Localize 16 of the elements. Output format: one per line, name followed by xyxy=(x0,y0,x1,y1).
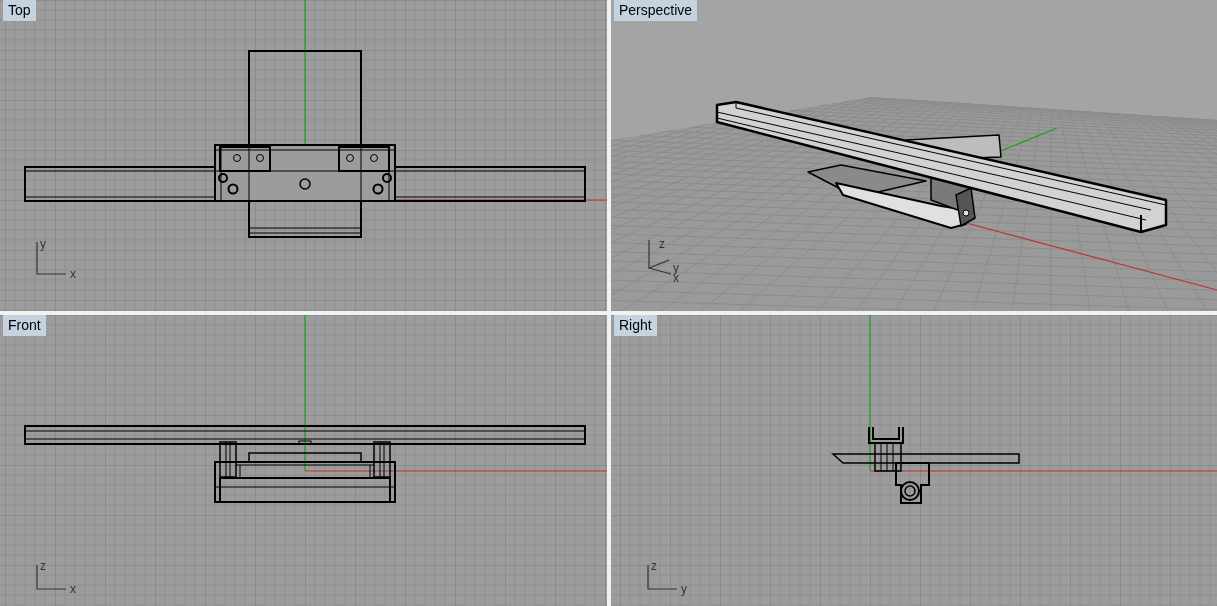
axis-triad-icon xyxy=(36,241,67,275)
axis-triad-icon xyxy=(36,564,67,590)
axis-label: y xyxy=(681,582,687,596)
viewport-title[interactable]: Front xyxy=(3,315,46,336)
viewport-title[interactable]: Right xyxy=(614,315,657,336)
axis-label: y xyxy=(673,261,679,275)
axis-triad-icon xyxy=(647,564,678,590)
axis-label: z xyxy=(659,237,665,251)
axis-triad-icon xyxy=(648,239,672,275)
viewport-title[interactable]: Perspective xyxy=(614,0,698,21)
axis-label: z xyxy=(651,559,657,573)
axis-label: x xyxy=(70,267,76,281)
axis-label: x xyxy=(70,582,76,596)
axis-label: y xyxy=(40,237,46,251)
viewport-title[interactable]: Top xyxy=(3,0,36,21)
axis-label: z xyxy=(40,559,46,573)
